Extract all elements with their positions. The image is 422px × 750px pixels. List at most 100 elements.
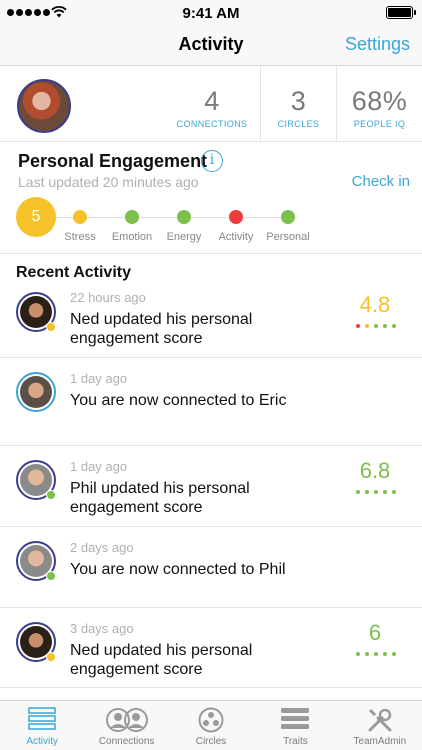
engagement-metric-label: Stress: [64, 231, 96, 243]
navigation-bar: Activity Settings: [0, 26, 422, 66]
info-icon[interactable]: i: [201, 150, 223, 172]
engagement-metric-emotion[interactable]: Emotion: [102, 210, 162, 243]
team-admin-icon: [367, 707, 393, 738]
connections-stat[interactable]: 4 CONNECTIONS: [164, 66, 260, 142]
score-dot: [356, 652, 360, 656]
engagement-title: Personal Engagement: [18, 151, 208, 171]
status-time: 9:41 AM: [182, 5, 240, 22]
tab-circles[interactable]: Circles: [169, 701, 253, 750]
score-dot: [356, 490, 360, 494]
status-bar: 9:41 AM: [0, 0, 422, 26]
tab-teamadmin[interactable]: TeamAdmin: [338, 701, 422, 750]
activity-row[interactable]: 1 day ago You are now connected to Eric: [0, 358, 422, 446]
engagement-metric-label: Activity: [218, 231, 254, 243]
score-dot: [392, 490, 396, 494]
activity-description: Ned updated his personal engagement scor…: [70, 642, 253, 678]
score-dot: [383, 490, 387, 494]
activity-icon: [28, 707, 56, 736]
score-dot: [392, 324, 396, 328]
personal-status-dot: [281, 210, 295, 224]
engagement-updated-text: Last updated 20 minutes ago: [18, 174, 199, 190]
score-dot: [374, 490, 378, 494]
activity-avatar[interactable]: [16, 372, 56, 412]
connections-icon: [105, 707, 149, 738]
score-dot: [383, 652, 387, 656]
tab-connections[interactable]: Connections: [84, 701, 168, 750]
activity-description: You are now connected to Eric: [70, 392, 287, 409]
activity-feed: 22 hours ago Ned updated his personal eng…: [0, 284, 422, 688]
engagement-metric-activity[interactable]: Activity: [206, 210, 266, 243]
people-iq-value: 68%: [351, 86, 408, 116]
activity-row[interactable]: 3 days ago Ned updated his personal engag…: [0, 608, 422, 688]
tab-label: Circles: [195, 736, 227, 747]
people-iq-label: PEOPLE IQ: [353, 119, 406, 129]
battery-icon: [386, 6, 416, 19]
activity-description: Ned updated his personal engagement scor…: [70, 311, 253, 347]
engagement-metric-energy[interactable]: Energy: [154, 210, 214, 243]
activity-avatar[interactable]: [16, 622, 56, 662]
score-dot: [365, 652, 369, 656]
activity-avatar[interactable]: [16, 292, 56, 332]
tab-traits[interactable]: Traits: [253, 701, 337, 750]
recent-activity-title: Recent Activity: [16, 264, 131, 281]
activity-timestamp: 1 day ago: [70, 371, 128, 386]
activity-status-dot: [229, 210, 243, 224]
profile-summary: 4 CONNECTIONS 3 CIRCLES 68% PEOPLE IQ: [0, 66, 422, 142]
engagement-metric-stress[interactable]: Stress: [50, 210, 110, 243]
user-avatar[interactable]: [17, 79, 71, 133]
activity-score-dots: [356, 324, 396, 328]
avatar-photo: [20, 376, 52, 408]
score-dot: [374, 652, 378, 656]
engagement-metric-label: Emotion: [111, 231, 153, 243]
people-iq-stat[interactable]: 68% PEOPLE IQ: [336, 66, 422, 142]
engagement-metric-label: Personal: [266, 231, 310, 243]
activity-timestamp: 1 day ago: [70, 459, 128, 474]
tab-bar: Activity Connections Circles Traits TeamAdmi…: [0, 700, 422, 750]
score-dot: [374, 324, 378, 328]
activity-timestamp: 2 days ago: [70, 540, 134, 555]
engagement-metric-label: Energy: [166, 231, 202, 243]
activity-timestamp: 3 days ago: [70, 621, 134, 636]
emotion-status-dot: [125, 210, 139, 224]
activity-score: 4.8: [359, 292, 391, 317]
activity-row[interactable]: 22 hours ago Ned updated his personal eng…: [0, 284, 422, 358]
activity-avatar[interactable]: [16, 541, 56, 581]
activity-score: 6.8: [359, 458, 391, 483]
avatar-status-dot: [46, 490, 56, 500]
tab-label: Activity: [26, 736, 59, 747]
avatar-status-dot: [46, 571, 56, 581]
tab-label: Traits: [283, 736, 308, 747]
circles-stat[interactable]: 3 CIRCLES: [260, 66, 336, 142]
avatar-status-dot: [46, 652, 56, 662]
activity-score-dots: [356, 490, 396, 494]
connections-count: 4: [204, 86, 220, 116]
tab-label: TeamAdmin: [353, 736, 407, 747]
activity-avatar[interactable]: [16, 460, 56, 500]
engagement-metric-personal[interactable]: Personal: [258, 210, 318, 243]
activity-timestamp: 22 hours ago: [70, 290, 146, 305]
energy-status-dot: [177, 210, 191, 224]
tab-activity[interactable]: Activity: [0, 701, 84, 750]
activity-score-dots: [356, 652, 396, 656]
avatar-status-dot: [46, 322, 56, 332]
tab-label: Connections: [98, 736, 155, 747]
settings-button[interactable]: Settings: [345, 34, 410, 55]
score-dot: [392, 652, 396, 656]
activity-row[interactable]: 1 day ago Phil updated his personal engag…: [0, 446, 422, 527]
activity-score: 6: [368, 620, 382, 645]
activity-row[interactable]: 2 days ago You are now connected to Phil: [0, 527, 422, 608]
circles-label: CIRCLES: [277, 119, 320, 129]
stress-status-dot: [73, 210, 87, 224]
personal-engagement-section: Personal Engagement i Last updated 20 mi…: [0, 142, 422, 254]
traits-icon: [280, 707, 310, 736]
check-in-button[interactable]: Check in: [352, 173, 410, 190]
score-dot: [356, 324, 360, 328]
circles-count: 3: [290, 86, 307, 116]
score-dot: [383, 324, 387, 328]
circles-icon: [198, 707, 224, 738]
activity-description: Phil updated his personal engagement sco…: [70, 480, 250, 516]
score-dot: [365, 490, 369, 494]
connections-label: CONNECTIONS: [176, 119, 248, 129]
score-dot: [365, 324, 369, 328]
activity-description: You are now connected to Phil: [70, 561, 286, 578]
